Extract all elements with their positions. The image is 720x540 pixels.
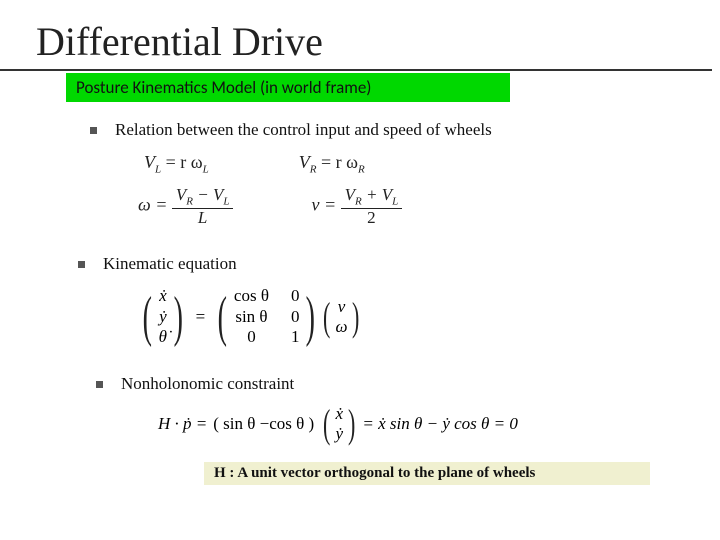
bullet-text: Nonholonomic constraint	[121, 374, 294, 394]
subtitle-bar: Posture Kinematics Model (in world frame…	[66, 73, 510, 102]
eq-vl: VL = r ωL	[144, 152, 209, 176]
equation-row-1: VL = r ωL VR = r ωR	[144, 152, 720, 176]
bullet-relation: Relation between the control input and s…	[90, 120, 720, 140]
bullet-text: Kinematic equation	[103, 254, 237, 274]
kinematic-matrix: ( ẋ ẏ θ̇ ) = ( cos θ sin θ 0 0 0 1 ) ( v…	[138, 286, 720, 347]
square-bullet-icon	[96, 381, 103, 388]
nonholonomic-equation: H · ṗ = ( sin θ −cos θ ) ( ẋ ẏ ) = ẋ sin…	[158, 404, 720, 445]
slide-title: Differential Drive	[0, 0, 712, 71]
square-bullet-icon	[78, 261, 85, 268]
bullet-text: Relation between the control input and s…	[115, 120, 492, 140]
eq-vr: VR = r ωR	[299, 152, 365, 176]
footer-note: H : A unit vector orthogonal to the plan…	[204, 462, 650, 485]
bullet-kinematic: Kinematic equation	[78, 254, 720, 274]
eq-v: v = VR + VL 2	[311, 186, 402, 227]
bullet-nonholonomic: Nonholonomic constraint	[96, 374, 720, 394]
eq-omega: ω = VR − VL L	[138, 186, 233, 227]
square-bullet-icon	[90, 127, 97, 134]
equation-row-2: ω = VR − VL L v = VR + VL 2	[138, 186, 720, 227]
